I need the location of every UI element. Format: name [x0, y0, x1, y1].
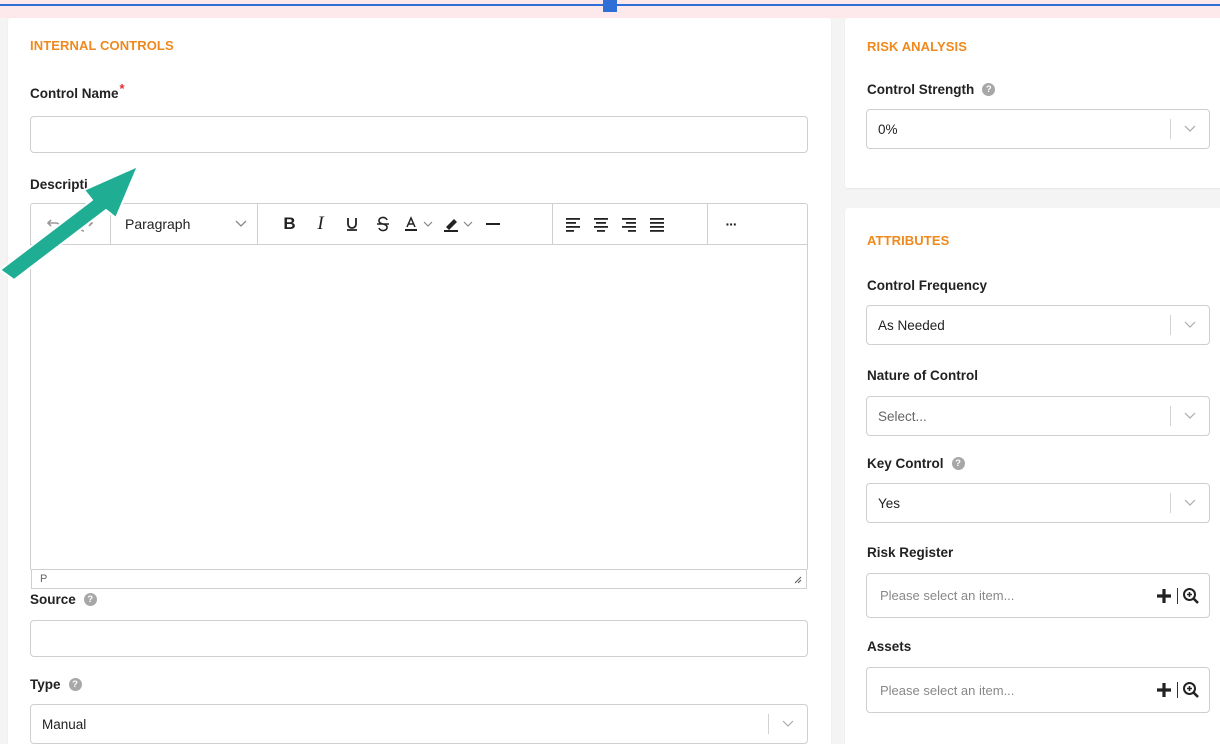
nature-of-control-label: Nature of Control: [867, 368, 978, 383]
horizontal-rule-icon[interactable]: [478, 204, 508, 244]
zoom-in-icon[interactable]: [1182, 681, 1200, 699]
chevron-down-icon[interactable]: [1171, 321, 1209, 329]
align-center-icon[interactable]: [593, 204, 609, 244]
source-input[interactable]: [30, 620, 808, 657]
source-label: Source ?: [30, 592, 97, 607]
top-divider-strip: [0, 0, 1220, 18]
attributes-title: ATTRIBUTES: [867, 233, 950, 248]
risk-register-picker[interactable]: Please select an item...: [866, 573, 1210, 618]
control-name-input[interactable]: [30, 116, 808, 153]
control-strength-value: 0%: [878, 121, 898, 137]
control-strength-label-text: Control Strength: [867, 82, 975, 97]
required-marker: *: [119, 81, 125, 96]
help-icon[interactable]: ?: [951, 457, 965, 470]
control-frequency-label: Control Frequency: [867, 278, 987, 293]
type-label: Type ?: [30, 677, 82, 692]
more-icon[interactable]: ···: [708, 204, 754, 244]
type-select-value: Manual: [42, 716, 87, 732]
highlight-icon[interactable]: [438, 204, 478, 244]
action-separator: [1176, 682, 1178, 698]
help-icon[interactable]: ?: [83, 593, 97, 606]
editor-statusbar: P: [31, 569, 807, 589]
zoom-in-icon[interactable]: [1182, 587, 1200, 605]
control-frequency-value: As Needed: [878, 317, 945, 333]
nature-of-control-label-text: Nature of Control: [867, 368, 978, 383]
type-label-text: Type: [30, 677, 61, 692]
underline-icon[interactable]: [336, 204, 367, 244]
key-control-label-text: Key Control: [867, 456, 944, 471]
risk-analysis-title: RISK ANALYSIS: [867, 39, 968, 54]
alignment-group: [553, 204, 708, 244]
italic-icon[interactable]: I: [305, 204, 336, 244]
key-control-value: Yes: [878, 495, 901, 511]
editor-content-area[interactable]: [31, 245, 807, 570]
risk-register-actions: [1155, 587, 1210, 605]
plus-icon[interactable]: [1155, 681, 1173, 699]
type-select[interactable]: Manual: [30, 704, 808, 744]
attributes-panel: ATTRIBUTES Control Frequency As Needed N…: [845, 208, 1220, 744]
assets-actions: [1155, 681, 1210, 699]
help-icon[interactable]: ?: [68, 678, 82, 691]
control-name-label-text: Control Name: [30, 86, 119, 101]
assets-placeholder: Please select an item...: [880, 682, 1015, 698]
action-separator: [1176, 587, 1178, 604]
risk-register-label-text: Risk Register: [867, 545, 954, 560]
chevron-down-icon[interactable]: [1171, 412, 1209, 420]
risk-analysis-panel: RISK ANALYSIS Control Strength ? 0%: [845, 18, 1220, 188]
text-color-icon[interactable]: [398, 204, 438, 244]
format-group: B I: [258, 204, 553, 244]
control-name-label: Control Name *: [30, 81, 125, 101]
assets-picker[interactable]: Please select an item...: [866, 667, 1210, 713]
annotation-arrow: [0, 165, 139, 280]
risk-register-placeholder: Please select an item...: [880, 588, 1015, 603]
nature-of-control-select[interactable]: Select...: [866, 396, 1210, 436]
align-left-icon[interactable]: [565, 204, 581, 244]
chevron-down-icon[interactable]: [1171, 499, 1209, 507]
internal-controls-panel: INTERNAL CONTROLS Control Name * Descript…: [8, 18, 831, 744]
strikethrough-icon[interactable]: [367, 204, 398, 244]
chevron-down-icon: [235, 220, 247, 227]
key-control-select[interactable]: Yes: [866, 483, 1210, 523]
nature-of-control-placeholder: Select...: [878, 408, 927, 424]
control-strength-label: Control Strength ?: [867, 82, 996, 97]
control-frequency-label-text: Control Frequency: [867, 278, 988, 293]
chevron-down-icon[interactable]: [769, 720, 807, 728]
risk-register-label: Risk Register: [867, 545, 953, 560]
key-control-label: Key Control ?: [867, 456, 965, 471]
bold-icon[interactable]: B: [274, 204, 305, 244]
resize-grip-icon[interactable]: [793, 575, 802, 584]
chevron-down-icon[interactable]: [1171, 125, 1209, 133]
assets-label-text: Assets: [867, 639, 912, 654]
source-label-text: Source: [30, 592, 76, 607]
plus-icon[interactable]: [1155, 587, 1173, 605]
control-strength-select[interactable]: 0%: [866, 109, 1210, 149]
internal-controls-title: INTERNAL CONTROLS: [30, 38, 174, 53]
help-icon[interactable]: ?: [982, 83, 996, 96]
assets-label: Assets: [867, 639, 911, 654]
justify-icon[interactable]: [649, 204, 665, 244]
element-path[interactable]: P: [40, 573, 47, 585]
resize-handle[interactable]: [603, 0, 617, 12]
align-right-icon[interactable]: [621, 204, 637, 244]
control-frequency-select[interactable]: As Needed: [866, 305, 1210, 345]
